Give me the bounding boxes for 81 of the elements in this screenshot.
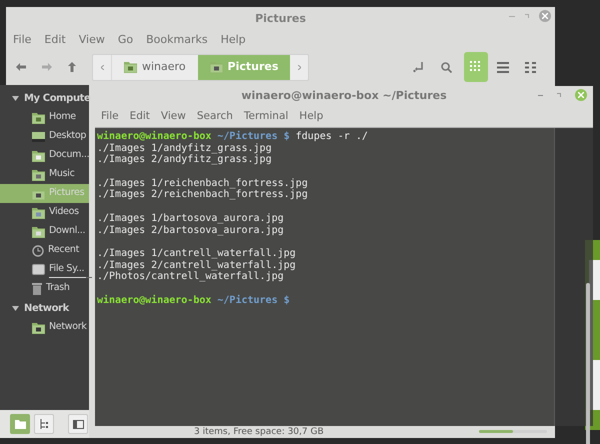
forward-arrow-icon[interactable] [42, 63, 52, 71]
sidebar-item[interactable]: Docum... [0, 146, 89, 165]
terminal-output-line: ./Images 1/cantrell_waterfall.jpg [97, 248, 296, 260]
terminal-command: fdupes -r ./ [296, 131, 368, 143]
compact-view-icon [524, 62, 536, 72]
sidebar-heading: Network [24, 302, 69, 316]
search-icon[interactable] [441, 62, 452, 72]
up-arrow-icon[interactable] [68, 62, 76, 72]
expander-icon[interactable] [12, 96, 19, 100]
zoom-slider[interactable] [479, 430, 547, 433]
sidebar-mode-button[interactable] [34, 414, 54, 434]
folder-icon [124, 61, 137, 73]
menu-item[interactable]: File [13, 32, 32, 48]
sidebar-item[interactable]: Trash [0, 279, 89, 298]
downloads-folder-icon [32, 226, 45, 238]
sidebar-item[interactable]: Network [0, 318, 89, 337]
network-folder-icon [32, 322, 45, 334]
menu-item[interactable]: Search [196, 108, 233, 124]
menu-item[interactable]: View [78, 32, 105, 48]
scroll-right-icon[interactable] [298, 64, 301, 70]
prompt-path: ~/Pictures $ [217, 294, 290, 306]
menu-item[interactable]: Edit [130, 108, 150, 124]
terminal-output-line: ./Images 2/bartosova_aurora.jpg [97, 224, 284, 236]
back-arrow-icon[interactable] [16, 63, 26, 71]
sidebar-item[interactable]: Downl... [0, 222, 89, 241]
view-mode-button[interactable] [464, 52, 488, 82]
breadcrumb-button[interactable]: winaero [111, 54, 198, 80]
window-title: winaero@winaero-box ~/Pictures [241, 88, 447, 104]
home-folder-icon [32, 112, 45, 124]
terminal-output-line: ./Images 1/andyfitz_grass.jpg [97, 142, 272, 154]
terminal-output-line: ./Images 1/reichenbach_fortress.jpg [97, 178, 308, 190]
sidebar-toggle-icon [72, 420, 84, 428]
desktop-folder-icon [32, 130, 45, 142]
terminal-output-line: ./Images 2/reichenbach_fortress.jpg [97, 189, 308, 202]
sidebar-item[interactable]: Desktop [0, 127, 89, 146]
folder-icon [14, 420, 26, 428]
sidebar-item[interactable]: Home [0, 108, 89, 127]
scrollbar-thumb[interactable] [586, 283, 590, 444]
toggle-location-icon[interactable] [413, 62, 425, 72]
scroll-left-icon[interactable] [100, 64, 104, 70]
close-icon [578, 92, 584, 98]
prompt-path: ~/Pictures $ [217, 131, 290, 143]
menu-item[interactable]: Terminal [244, 108, 288, 124]
prompt-user: winaero@winaero-box [97, 294, 212, 306]
terminal-output-line: ./Photos/cantrell_waterfall.jpg [97, 271, 284, 283]
prompt-user: winaero@winaero-box [97, 131, 212, 143]
sidebar-item[interactable]: Recent [0, 241, 89, 260]
sidebar-item[interactable]: File Sy... [0, 260, 89, 279]
tree-icon [38, 419, 50, 429]
maximize-icon [557, 93, 561, 97]
menu-item[interactable]: Bookmarks [146, 32, 208, 48]
window-title: Pictures [255, 10, 306, 27]
sidebar-mode-button[interactable] [68, 414, 88, 434]
menu-item[interactable]: Go [118, 32, 134, 48]
sidebar-item[interactable]: Music [0, 165, 89, 184]
terminal-output-line: ./Images 2/andyfitz_grass.jpg [97, 154, 272, 166]
grid-icon [470, 61, 482, 73]
folder-icon [210, 61, 223, 73]
music-folder-icon [32, 168, 45, 180]
close-button[interactable] [575, 89, 587, 101]
list-icon [497, 62, 509, 72]
menu-item[interactable]: Help [220, 32, 246, 48]
drive-icon [32, 264, 45, 275]
terminal-output-line: ./Images 2/cantrell_waterfall.jpg [97, 260, 296, 271]
menu-item[interactable]: Edit [44, 32, 66, 48]
terminal-output-line: ./Images 1/bartosova_aurora.jpg [97, 212, 284, 224]
close-button[interactable] [539, 10, 551, 22]
videos-folder-icon [32, 206, 45, 218]
menu-item[interactable]: View [160, 108, 186, 124]
breadcrumb-button[interactable]: Pictures [198, 54, 290, 80]
documents-folder-icon [32, 150, 45, 162]
close-icon [542, 13, 548, 19]
sidebar-item[interactable]: Videos [0, 203, 89, 222]
clock-icon [32, 244, 44, 256]
maximize-icon [525, 14, 529, 18]
minimize-icon [538, 94, 543, 96]
status-text: 3 items, Free space: 30,7 GB [194, 426, 324, 436]
expander-icon[interactable] [12, 306, 19, 310]
menu-item[interactable]: File [101, 108, 119, 124]
menu-item[interactable]: Help [299, 108, 324, 124]
trash-icon [32, 282, 42, 294]
